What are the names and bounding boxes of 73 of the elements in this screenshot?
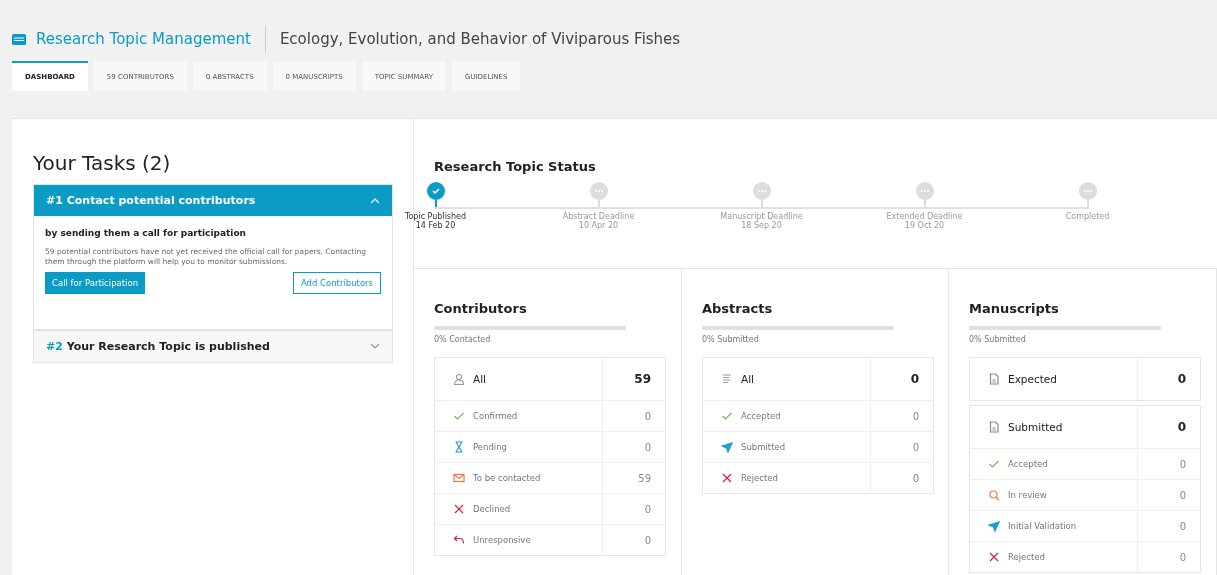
row-label: Confirmed [473, 411, 518, 421]
task-header[interactable]: #2 Your Research Topic is published [34, 330, 392, 362]
status-heading: Research Topic Status [434, 159, 597, 174]
row-count: 59 [633, 371, 652, 388]
row-count: 0 [1178, 550, 1187, 565]
cross-icon [453, 503, 465, 515]
topic-title: Ecology, Evolution, and Behavior of Viviparous Fishes [279, 30, 681, 48]
panel-heading: Contributors [434, 301, 528, 316]
reply-arrow-icon [453, 534, 465, 546]
task-subtitle: by sending them a call for participation [45, 228, 247, 238]
row-count: 0 [911, 409, 920, 424]
row-count: 0 [911, 440, 920, 455]
progress-label: 0% Contacted [434, 335, 492, 344]
chevron-icon [370, 343, 380, 349]
milestone-date: 18 Sep 20 [741, 221, 782, 230]
chevron-icon [370, 197, 380, 204]
paper-plane-icon [721, 441, 733, 453]
row-count: 0 [643, 409, 652, 424]
panel-heading: Manuscripts [969, 301, 1060, 316]
row-count: 0 [643, 502, 652, 517]
lines-icon [721, 373, 733, 385]
envelope-icon [453, 472, 465, 484]
app-title: Research Topic Management [36, 30, 251, 48]
row-count: 0 [1178, 519, 1187, 534]
document-icon [988, 421, 1000, 433]
task-title: #2 Your Research Topic is published [46, 339, 270, 353]
row-label: Declined [473, 504, 511, 514]
milestone-label: Extended Deadline [886, 212, 963, 221]
milestone-label: Manuscript Deadline [720, 212, 803, 221]
milestone-label: Topic Published [404, 212, 467, 221]
row-label: In review [1008, 490, 1047, 500]
row-count: 0 [1178, 457, 1187, 472]
check-icon [453, 410, 465, 422]
row-count: 0 [643, 440, 652, 455]
milestone-label: Completed [1065, 212, 1110, 221]
task-title: #1 Contact potential contributors [46, 194, 256, 207]
row-label: Rejected [1008, 552, 1045, 562]
row-label: Rejected [741, 473, 778, 483]
panel-heading: Abstracts [702, 301, 774, 316]
progress-label: 0% Submitted [969, 335, 1027, 344]
row-count: 0 [1178, 488, 1187, 503]
tasks-heading: Your Tasks (2) [33, 151, 172, 175]
row-count: 59 [637, 471, 652, 486]
row-label: Expected [1008, 373, 1057, 385]
row-count: 0 [911, 471, 920, 486]
milestone-date: 19 Oct 20 [904, 221, 945, 230]
row-count: 0 [1176, 371, 1187, 388]
row-label: Submitted [741, 442, 786, 452]
search-icon [988, 489, 1000, 501]
document-icon [988, 373, 1000, 385]
check-icon [988, 458, 1000, 470]
cross-icon [988, 551, 1000, 563]
cross-icon [721, 472, 733, 484]
row-count: 0 [1176, 419, 1187, 436]
milestone-date: 14 Feb 20 [415, 221, 456, 230]
person-icon [453, 373, 465, 385]
paper-plane-icon [988, 520, 1000, 532]
row-label: Pending [473, 442, 507, 452]
row-label: To be contacted [473, 473, 541, 483]
row-label: All [741, 373, 755, 385]
row-label: Accepted [1008, 459, 1048, 469]
row-count: 0 [643, 533, 652, 548]
milestone-label: Abstract Deadline [562, 212, 635, 221]
row-label: Unresponsive [473, 535, 531, 545]
row-label: Submitted [1008, 421, 1063, 433]
milestone-date: 10 Apr 20 [578, 221, 619, 230]
row-count: 0 [909, 371, 920, 388]
progress-label: 0% Submitted [702, 335, 760, 344]
check-icon [721, 410, 733, 422]
row-label: All [473, 373, 487, 385]
row-label: Initial Validation [1008, 521, 1077, 531]
row-label: Accepted [741, 411, 781, 421]
hourglass-icon [453, 441, 465, 453]
